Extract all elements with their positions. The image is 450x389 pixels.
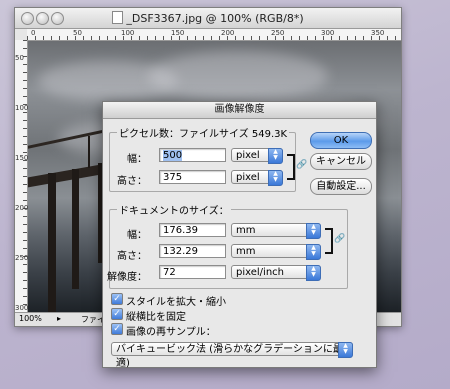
pier-post <box>48 173 56 312</box>
document-size-header: ドキュメントのサイズ： <box>117 202 231 217</box>
pixel-width-value: 500 <box>163 150 183 161</box>
constrain-proportions-checkbox[interactable]: ✓ <box>111 308 123 320</box>
pixel-height-unit: pixel <box>236 172 260 183</box>
ruler-tick-label: 150 <box>171 29 185 37</box>
pier-post <box>72 169 79 289</box>
resample-checkbox[interactable]: ✓ <box>111 323 123 335</box>
resolution-value: 72 <box>163 267 176 278</box>
doc-width-unit-select[interactable]: mm ▲ ▼ <box>231 223 321 239</box>
ruler-tick-label: 300 <box>321 29 335 37</box>
pixel-height-input[interactable]: 375 <box>159 170 226 184</box>
pixel-height-label: 高さ： <box>117 176 147 187</box>
document-title-text: _DSF3367.jpg @ 100% (RGB/8*) <box>126 12 304 25</box>
ruler-tick-label: 250 <box>15 254 29 262</box>
pixel-link-bracket <box>287 154 295 180</box>
ruler-tick-label: 100 <box>121 29 135 37</box>
pixel-height-unit-select[interactable]: pixel ▲ ▼ <box>231 170 283 186</box>
zoom-level[interactable]: 100% <box>19 314 42 323</box>
ruler-tick-label: 200 <box>221 29 235 37</box>
popup-arrows-icon: ▲ ▼ <box>268 148 283 164</box>
pixel-width-unit: pixel <box>236 150 260 161</box>
image-size-dialog: 画像解像度 ピクセル数：ファイルサイズ 549.3K 幅： 500 pixel … <box>102 101 377 369</box>
doc-height-unit: mm <box>236 246 256 257</box>
resolution-input[interactable]: 72 <box>159 265 226 279</box>
horizontal-ruler[interactable]: 0 50 100 150 200 250 300 350 <box>27 29 401 41</box>
status-menu-icon[interactable]: ▸ <box>57 314 61 323</box>
ruler-tick-label: 250 <box>271 29 285 37</box>
doc-height-unit-select[interactable]: mm ▲ ▼ <box>231 244 321 260</box>
ruler-tick-label: 200 <box>15 204 29 212</box>
scale-styles-label: スタイルを拡大・縮小 <box>126 297 226 308</box>
pier-railing-post <box>88 136 90 168</box>
document-icon <box>112 11 124 24</box>
pixel-dimensions-header: ピクセル数：ファイルサイズ 549.3K <box>117 125 290 140</box>
pixel-width-label: 幅： <box>127 154 147 165</box>
doc-height-input[interactable]: 132.29 <box>159 244 226 258</box>
ruler-tick-label: 300 <box>15 304 29 312</box>
scale-styles-checkbox[interactable]: ✓ <box>111 293 123 305</box>
auto-button[interactable]: 自動設定... <box>310 178 372 195</box>
popup-arrows-icon: ▲ ▼ <box>268 170 283 186</box>
resolution-unit-select[interactable]: pixel/inch ▲ ▼ <box>231 265 321 281</box>
ruler-tick-label: 100 <box>15 104 29 112</box>
popup-arrows-icon: ▲ ▼ <box>338 342 353 358</box>
vertical-ruler[interactable]: 50 100 150 200 250 300 <box>15 40 28 312</box>
popup-arrows-icon: ▲ ▼ <box>306 244 321 260</box>
ruler-tick-label: 50 <box>15 54 24 62</box>
doc-width-value: 176.39 <box>163 225 198 236</box>
dialog-title: 画像解像度 <box>103 102 376 119</box>
resample-method: バイキュービック法 (滑らかなグラデーションに最適) <box>116 344 343 369</box>
popup-arrows-icon: ▲ ▼ <box>306 265 321 281</box>
resolution-label: 解像度： <box>107 272 147 283</box>
ruler-tick-label: 50 <box>73 29 82 37</box>
resample-label: 画像の再サンプル： <box>126 327 216 338</box>
pixel-width-input[interactable]: 500 <box>159 148 226 162</box>
document-title: _DSF3367.jpg @ 100% (RGB/8*) <box>15 11 401 25</box>
ruler-tick-label: 0 <box>31 29 36 37</box>
ruler-tick-label: 150 <box>15 154 29 162</box>
document-link-bracket <box>325 228 333 254</box>
doc-width-unit: mm <box>236 225 256 236</box>
doc-height-label: 高さ： <box>117 251 147 262</box>
resolution-unit: pixel/inch <box>236 267 284 278</box>
popup-arrows-icon: ▲ ▼ <box>306 223 321 239</box>
pixel-width-unit-select[interactable]: pixel ▲ ▼ <box>231 148 283 164</box>
link-chain-icon: 🔗 <box>296 160 308 170</box>
resample-method-select[interactable]: バイキュービック法 (滑らかなグラデーションに最適) ▲ ▼ <box>111 342 353 369</box>
link-chain-icon: 🔗 <box>334 234 346 244</box>
doc-height-value: 132.29 <box>163 246 198 257</box>
doc-width-input[interactable]: 176.39 <box>159 223 226 237</box>
cancel-button[interactable]: キャンセル <box>310 153 372 170</box>
ruler-tick-label: 350 <box>371 29 385 37</box>
doc-width-label: 幅： <box>127 230 147 241</box>
document-titlebar: _DSF3367.jpg @ 100% (RGB/8*) <box>15 8 401 29</box>
pixel-height-value: 375 <box>163 172 183 183</box>
ok-button[interactable]: OK <box>310 132 372 149</box>
constrain-proportions-label: 縦横比を固定 <box>126 312 186 323</box>
